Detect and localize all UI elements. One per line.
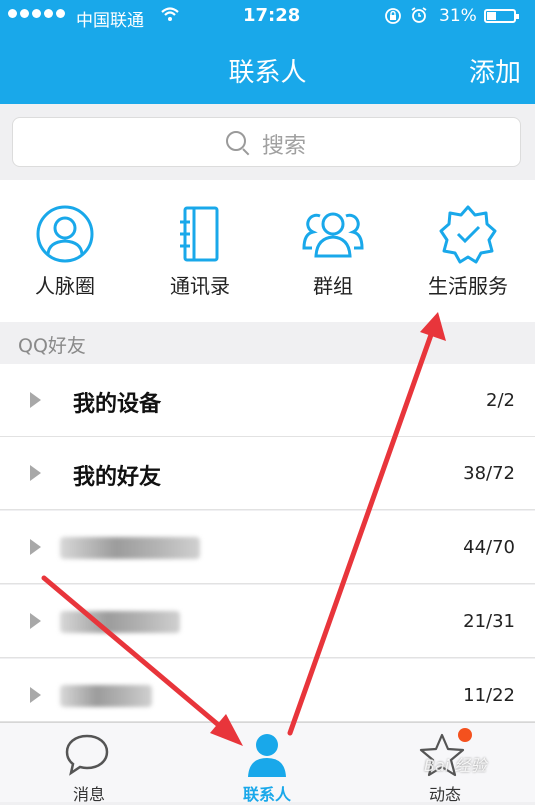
tab-messages[interactable]: 消息 — [0, 723, 178, 804]
tab-label: 动态 — [428, 785, 461, 804]
carrier-name: 中国联通 — [76, 11, 144, 31]
group-count: 11/22 — [463, 685, 515, 706]
alarm-icon — [410, 6, 428, 28]
expand-triangle-icon — [30, 613, 41, 629]
watermark: Bai 经验 — [424, 756, 487, 775]
nav-bar: 联系人 添加 — [0, 34, 535, 104]
friends-section-header: QQ好友 — [0, 322, 535, 364]
person-circle-icon — [36, 205, 94, 263]
notification-badge — [458, 728, 472, 742]
entry-groups[interactable]: 群组 — [268, 204, 398, 304]
expand-triangle-icon — [30, 539, 41, 555]
signal-strength-icon — [8, 9, 65, 18]
friend-group-row[interactable]: 我的设备 2/2 — [0, 364, 535, 437]
search-input[interactable]: 搜索 — [12, 117, 521, 167]
tab-label: 联系人 — [242, 785, 291, 804]
friend-group-row[interactable]: 11/22 — [0, 659, 535, 722]
entry-label: 人脉圈 — [35, 274, 95, 298]
group-count: 2/2 — [486, 390, 515, 411]
search-placeholder: 搜索 — [262, 134, 307, 159]
section-title: QQ好友 — [18, 335, 86, 357]
quick-entries: 人脉圈 通讯录 群组 生活服务 — [0, 180, 535, 323]
chat-bubble-icon — [65, 734, 109, 776]
battery-percent: 31% — [439, 6, 477, 26]
page-title: 联系人 — [228, 58, 307, 88]
group-name: 我的设备 — [73, 392, 162, 417]
expand-triangle-icon — [30, 392, 41, 408]
badge-check-icon — [439, 205, 497, 264]
expand-triangle-icon — [30, 465, 41, 481]
group-name: 我的好友 — [73, 465, 162, 490]
tab-label: 消息 — [72, 785, 105, 804]
entry-label: 生活服务 — [428, 274, 508, 298]
contact-person-icon — [248, 734, 286, 777]
status-bar: 中国联通 17:28 31% — [0, 0, 535, 34]
group-count: 38/72 — [463, 463, 515, 484]
tab-contacts[interactable]: 联系人 — [178, 723, 356, 804]
search-icon — [226, 131, 246, 151]
friend-group-row[interactable]: 21/31 — [0, 585, 535, 658]
expand-triangle-icon — [30, 687, 41, 703]
blurred-group-name — [60, 685, 152, 707]
group-count: 21/31 — [463, 611, 515, 632]
friend-group-row[interactable]: 44/70 — [0, 511, 535, 584]
group-count: 44/70 — [463, 537, 515, 558]
entry-circle[interactable]: 人脉圈 — [0, 204, 130, 304]
address-book-icon — [180, 206, 219, 262]
rotation-lock-icon — [384, 7, 402, 29]
battery-icon — [484, 9, 519, 23]
entry-life-service[interactable]: 生活服务 — [403, 204, 533, 304]
friend-group-row[interactable]: 我的好友 38/72 — [0, 437, 535, 510]
add-button[interactable]: 添加 — [469, 52, 521, 89]
blurred-group-name — [60, 611, 180, 633]
entry-address-book[interactable]: 通讯录 — [135, 204, 265, 304]
entry-label: 通讯录 — [170, 274, 230, 298]
entry-label: 群组 — [313, 274, 353, 298]
blurred-group-name — [60, 537, 200, 559]
group-icon — [302, 212, 364, 258]
search-area: 搜索 — [0, 104, 535, 180]
wifi-icon — [160, 6, 180, 26]
clock-time: 17:28 — [243, 5, 301, 26]
